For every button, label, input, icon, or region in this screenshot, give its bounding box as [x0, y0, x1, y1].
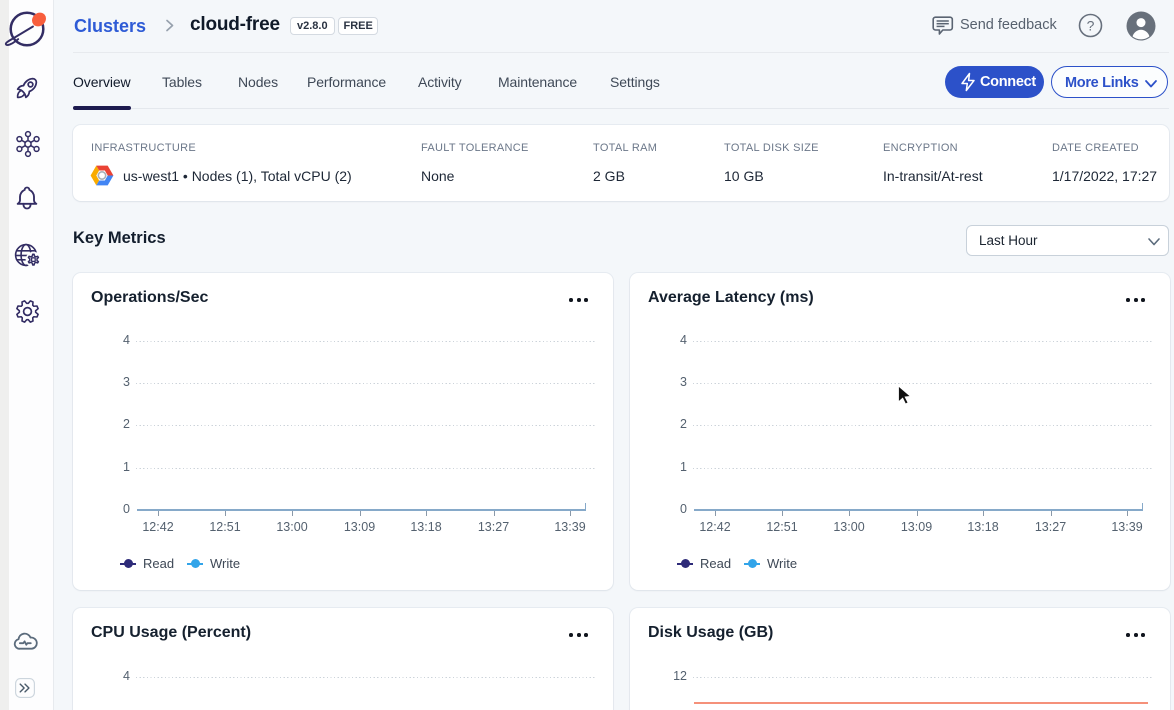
svg-text:?: ? — [1087, 18, 1095, 34]
